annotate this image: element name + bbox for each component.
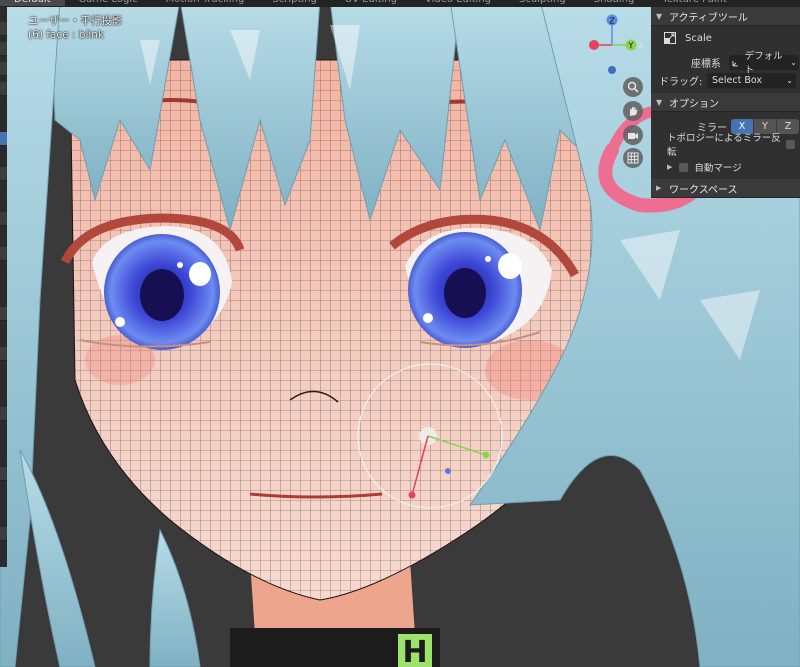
grid-icon (627, 152, 639, 164)
workspace-tab[interactable]: Texture Paint (648, 0, 741, 6)
tool-knife[interactable] (0, 467, 7, 481)
tool-select[interactable] (0, 22, 7, 36)
object-label: (6) face : blink (28, 29, 105, 41)
hud-h-letter: H (402, 635, 427, 667)
workspace-tab[interactable]: Default (0, 0, 65, 6)
chevron-down-icon: ⌄ (790, 57, 797, 67)
tool-cursor[interactable] (0, 42, 7, 56)
workspace-tab-bar: DefaultGame LogicMotion TrackingScriptin… (0, 0, 800, 7)
orientation-dropdown[interactable]: デフォルト ⌄ (729, 51, 799, 76)
scale-tool-icon (664, 32, 676, 44)
orientation-label: 座標系 (691, 58, 721, 70)
drag-value: Select Box (712, 74, 762, 86)
auto-merge-row[interactable]: ▶ 自動マージ (651, 158, 800, 176)
ortho-toggle-button[interactable] (623, 148, 643, 168)
topology-mirror-row: トポロジーによるミラー反転 (651, 133, 800, 158)
workspace-panel-header[interactable]: ▶ ワークスペース (651, 179, 800, 198)
gizmo-y-label: Y (628, 41, 634, 50)
magnifier-icon (627, 81, 639, 93)
tool-annotate[interactable] (0, 212, 7, 226)
workspace-tab[interactable]: Scripting (258, 0, 330, 6)
tool-name: Scale (685, 32, 712, 44)
options-title: オプション (669, 98, 719, 110)
chevron-down-icon: ▼ (656, 97, 663, 107)
tool-shrink[interactable] (0, 527, 7, 541)
drag-label: ドラッグ: (659, 76, 703, 88)
workspace-tab[interactable]: Video Editing (411, 0, 505, 6)
tool-loop-cut[interactable] (0, 407, 7, 421)
gizmo-x-label: X (638, 41, 644, 50)
chevron-right-icon: ▶ (667, 163, 673, 171)
auto-merge-label: 自動マージ (694, 163, 742, 174)
gizmo-z-label: Z (609, 17, 615, 26)
tool-scale[interactable] (0, 132, 7, 146)
tool-rotate[interactable] (0, 82, 7, 96)
camera-icon (628, 133, 638, 139)
drag-row: ドラッグ: Select Box ⌄ (651, 71, 800, 89)
chevron-down-icon: ▼ (656, 11, 663, 21)
options-panel-header[interactable]: ▼ オプション (651, 93, 800, 112)
auto-merge-checkbox[interactable] (679, 162, 689, 172)
drag-dropdown[interactable]: Select Box ⌄ (707, 72, 796, 88)
tool-move[interactable] (0, 62, 7, 76)
active-tool-row[interactable]: Scale (651, 29, 800, 47)
workspace-tab[interactable]: UV Editing (331, 0, 411, 6)
sidebar-panel: ▼ アクティブツール Scale 座標系 デフォルト ⌄ ドラッグ: Selec… (651, 7, 800, 198)
workspace-tab[interactable]: Game Logic (65, 0, 152, 6)
tool-inset[interactable] (0, 347, 7, 361)
tool-extrude[interactable] (0, 307, 7, 321)
topology-mirror-label: トポロジーによるミラー反転 (667, 133, 781, 158)
transform-orientation-icon (732, 60, 738, 66)
workspace-title: ワークスペース (669, 184, 738, 196)
workspace-tab[interactable]: Motion Tracking (152, 0, 259, 6)
chevron-down-icon: ⌄ (786, 75, 793, 85)
tool-shelf (0, 7, 7, 567)
topology-mirror-checkbox[interactable] (786, 139, 795, 149)
pan-button[interactable] (623, 101, 643, 121)
tool-transform[interactable] (0, 167, 7, 181)
active-tool-title: アクティブツール (669, 12, 748, 24)
camera-view-button[interactable] (623, 125, 643, 145)
workspace-tab[interactable]: Shading (580, 0, 649, 6)
tool-measure[interactable] (0, 247, 7, 261)
view-label: ユーザー・平行投影 (28, 15, 123, 27)
zoom-button[interactable] (623, 77, 643, 97)
orientation-row: 座標系 デフォルト ⌄ (651, 51, 800, 76)
active-tool-panel-header[interactable]: ▼ アクティブツール (651, 7, 800, 26)
chevron-right-icon: ▶ (656, 184, 662, 192)
workspace-tab[interactable]: Sculpting (505, 0, 580, 6)
hand-icon (630, 107, 638, 116)
